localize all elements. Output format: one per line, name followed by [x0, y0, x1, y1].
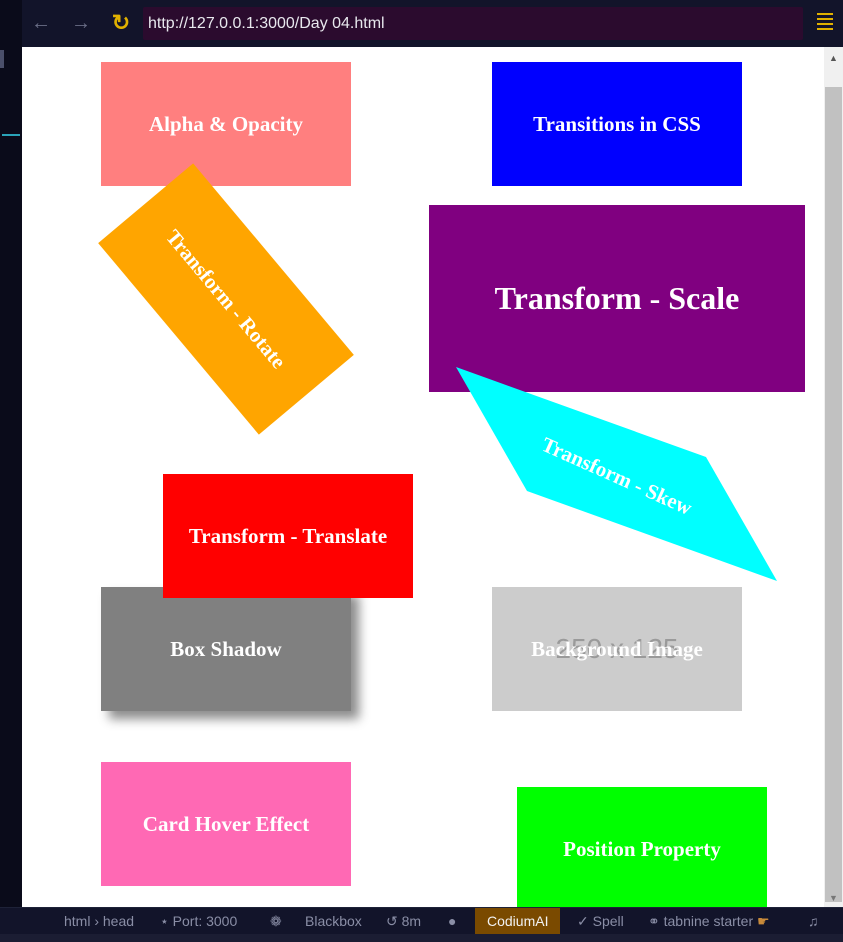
codiumai-button[interactable]: CodiumAI [475, 908, 561, 935]
editor-gutter-mark [0, 50, 4, 68]
pointing-hand-icon: ☛ [757, 913, 770, 929]
hamburger-menu-icon[interactable] [817, 13, 833, 33]
live-server-port[interactable]: ⋆ Port: 3000 [160, 908, 237, 935]
blackbox-status[interactable]: ❁ [270, 908, 282, 935]
editor-status-bar: html › head ⋆ Port: 3000 ❁ Blackbox ↺ 8m… [0, 907, 843, 935]
broadcast-icon: ⋆ [160, 913, 169, 929]
blackbox-label[interactable]: Blackbox [305, 908, 362, 935]
breadcrumb[interactable]: html › head [64, 908, 134, 935]
scroll-thumb[interactable] [825, 87, 842, 902]
time-tracker[interactable]: ↺ 8m [386, 908, 421, 935]
check-icon: ✓ [577, 913, 589, 929]
blackbox-logo-icon: ❁ [270, 913, 282, 929]
forward-arrow-icon[interactable]: → [68, 10, 94, 36]
tabnine-icon: ⚭ [648, 913, 660, 929]
page-viewport: Alpha & Opacity Transitions in CSS Trans… [22, 47, 824, 907]
spell-check[interactable]: ✓ Spell [577, 908, 624, 935]
spell-label: Spell [592, 913, 624, 929]
scroll-up-arrow-icon[interactable]: ▲ [824, 53, 843, 65]
editor-sidebar-strip [0, 0, 23, 907]
scroll-down-arrow-icon[interactable]: ▼ [824, 893, 843, 905]
tabnine-label: tabnine starter [663, 913, 754, 929]
browser-toolbar: ← → ↻ http://127.0.0.1:3000/Day 04.html [22, 0, 843, 47]
notifications-bell-icon[interactable]: ♫ [808, 908, 819, 935]
transform-skew-card: Transform - Skew [456, 367, 777, 581]
history-icon: ↺ [386, 913, 398, 929]
url-input[interactable]: http://127.0.0.1:3000/Day 04.html [143, 7, 803, 40]
vertical-scrollbar[interactable]: ▲ ▼ [824, 47, 843, 907]
bottom-edge [0, 934, 843, 942]
reload-icon[interactable]: ↻ [108, 10, 134, 36]
copilot-icon[interactable]: ● [448, 908, 456, 935]
port-label: Port: 3000 [172, 913, 238, 929]
tabnine-status[interactable]: ⚭ tabnine starter ☛ [648, 908, 770, 935]
time-label: 8m [401, 913, 422, 929]
editor-active-line-mark [2, 134, 20, 136]
back-arrow-icon[interactable]: ← [28, 10, 54, 36]
